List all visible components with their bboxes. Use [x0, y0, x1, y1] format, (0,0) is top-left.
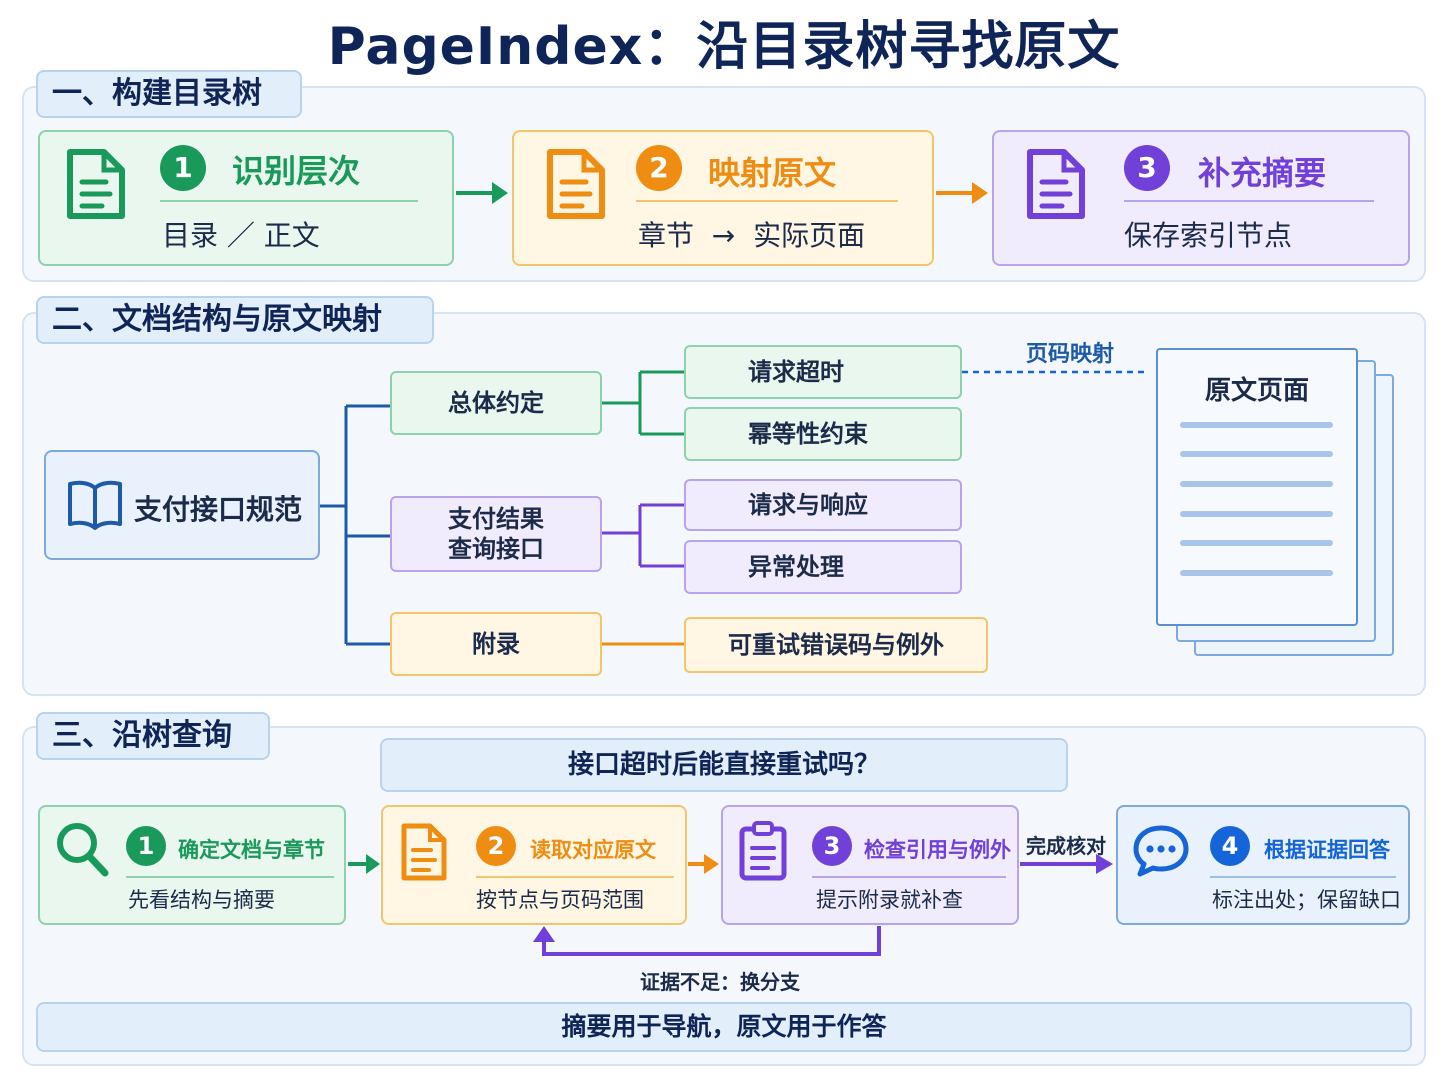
footer-note: 摘要用于导航，原文用于作答 — [36, 1002, 1412, 1052]
section3-arrows — [348, 854, 1113, 956]
loop-label: 证据不足：换分支 — [640, 970, 800, 994]
done-label: 完成核对 — [1026, 834, 1106, 858]
